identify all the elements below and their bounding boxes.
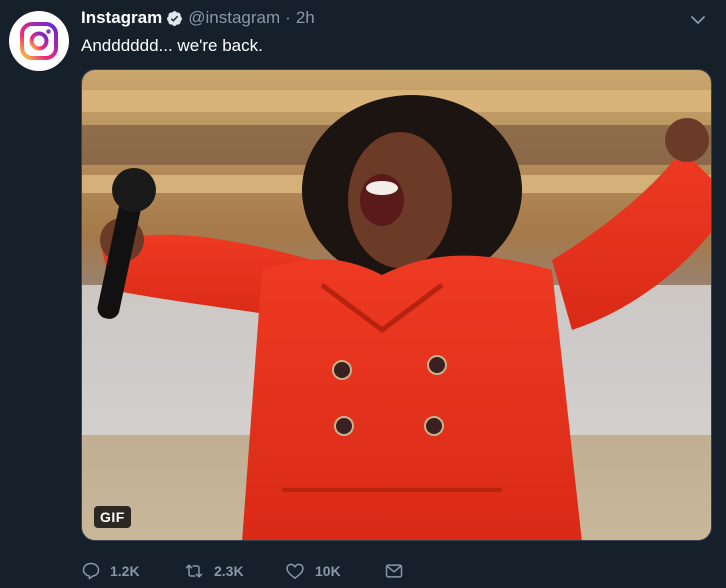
reply-count: 1.2K (110, 563, 140, 579)
avatar[interactable] (9, 11, 69, 71)
envelope-icon (385, 564, 403, 578)
tweet-text: Andddddd... we're back. (81, 36, 263, 55)
gif-badge: GIF (94, 506, 131, 528)
direct-message-button[interactable] (383, 561, 405, 581)
instagram-logo-icon (20, 22, 58, 60)
retweet-count: 2.3K (214, 563, 244, 579)
author-name[interactable]: Instagram (81, 7, 162, 29)
heart-icon (286, 563, 304, 579)
like-button[interactable]: 10K (284, 561, 341, 581)
separator-dot: · (285, 8, 291, 27)
tweet-menu-chevron-down-icon[interactable] (690, 12, 706, 33)
retweet-icon (185, 564, 203, 578)
verified-badge-icon (166, 10, 183, 27)
like-count: 10K (315, 563, 341, 579)
tweet-header: Instagram @instagram · 2h (81, 7, 315, 29)
author-handle[interactable]: @instagram (188, 7, 280, 29)
tweet-gif-media[interactable]: GIF (81, 69, 712, 541)
retweet-button[interactable]: 2.3K (183, 561, 244, 581)
reply-button[interactable]: 1.2K (81, 561, 140, 581)
gif-image (82, 70, 711, 540)
tweet-timestamp[interactable]: 2h (296, 7, 315, 29)
reply-icon (82, 562, 100, 580)
